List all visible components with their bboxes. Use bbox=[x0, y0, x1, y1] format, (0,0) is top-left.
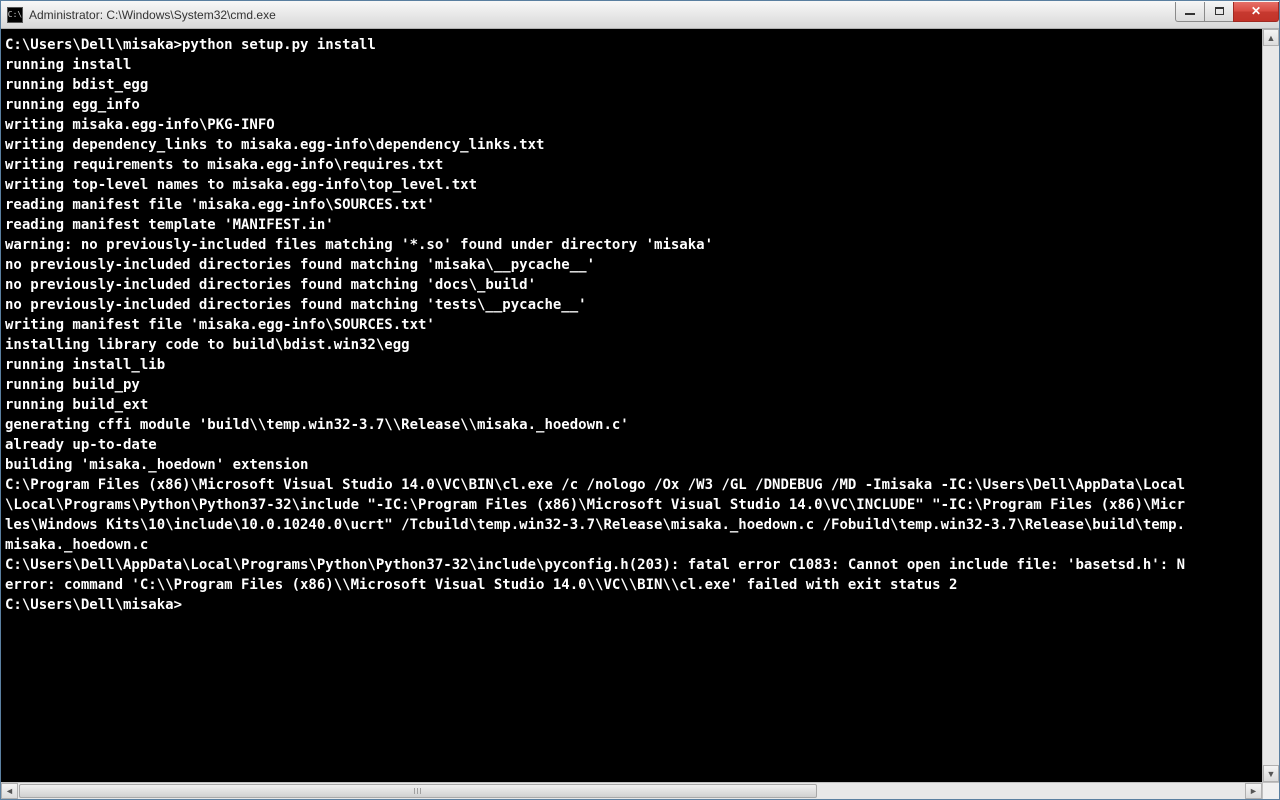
hscroll-thumb[interactable] bbox=[19, 784, 817, 798]
terminal-line: les\Windows Kits\10\include\10.0.10240.0… bbox=[5, 515, 1258, 535]
scrollbar-corner bbox=[1262, 782, 1279, 799]
terminal-line: running bdist_egg bbox=[5, 75, 1258, 95]
terminal-line: no previously-included directories found… bbox=[5, 255, 1258, 275]
terminal-line: no previously-included directories found… bbox=[5, 275, 1258, 295]
terminal-line: no previously-included directories found… bbox=[5, 295, 1258, 315]
terminal-line: already up-to-date bbox=[5, 435, 1258, 455]
terminal-line: misaka._hoedown.c bbox=[5, 535, 1258, 555]
minimize-button[interactable] bbox=[1175, 2, 1205, 22]
client-area: C:\Users\Dell\misaka>python setup.py ins… bbox=[1, 29, 1279, 799]
terminal-line: writing top-level names to misaka.egg-in… bbox=[5, 175, 1258, 195]
vscroll-track[interactable] bbox=[1263, 46, 1279, 765]
terminal-line: \Local\Programs\Python\Python37-32\inclu… bbox=[5, 495, 1258, 515]
close-icon: ✕ bbox=[1251, 4, 1261, 18]
vertical-scrollbar[interactable]: ▲ ▼ bbox=[1262, 29, 1279, 782]
terminal-line: generating cffi module 'build\\temp.win3… bbox=[5, 415, 1258, 435]
scroll-right-button[interactable]: ► bbox=[1245, 783, 1262, 799]
terminal-line: warning: no previously-included files ma… bbox=[5, 235, 1258, 255]
terminal-line: installing library code to build\bdist.w… bbox=[5, 335, 1258, 355]
terminal-output[interactable]: C:\Users\Dell\misaka>python setup.py ins… bbox=[1, 29, 1262, 782]
terminal-line: writing dependency_links to misaka.egg-i… bbox=[5, 135, 1258, 155]
cmd-icon: C:\ bbox=[7, 7, 23, 23]
maximize-button[interactable] bbox=[1204, 2, 1234, 22]
minimize-icon bbox=[1185, 13, 1195, 15]
scroll-down-button[interactable]: ▼ bbox=[1263, 765, 1279, 782]
maximize-icon bbox=[1215, 7, 1224, 15]
terminal-line: building 'misaka._hoedown' extension bbox=[5, 455, 1258, 475]
hscroll-track[interactable] bbox=[18, 783, 1245, 799]
terminal-line: writing requirements to misaka.egg-info\… bbox=[5, 155, 1258, 175]
terminal-line: running build_py bbox=[5, 375, 1258, 395]
terminal-line: error: command 'C:\\Program Files (x86)\… bbox=[5, 575, 1258, 595]
terminal-line: running egg_info bbox=[5, 95, 1258, 115]
terminal-line: C:\Users\Dell\misaka>python setup.py ins… bbox=[5, 35, 1258, 55]
terminal-line: writing misaka.egg-info\PKG-INFO bbox=[5, 115, 1258, 135]
terminal-line: C:\Users\Dell\AppData\Local\Programs\Pyt… bbox=[5, 555, 1258, 575]
titlebar[interactable]: C:\ Administrator: C:\Windows\System32\c… bbox=[1, 1, 1279, 29]
close-button[interactable]: ✕ bbox=[1233, 2, 1279, 22]
window-title: Administrator: C:\Windows\System32\cmd.e… bbox=[29, 8, 1176, 22]
terminal-line: writing manifest file 'misaka.egg-info\S… bbox=[5, 315, 1258, 335]
terminal-line: reading manifest file 'misaka.egg-info\S… bbox=[5, 195, 1258, 215]
terminal-line: running build_ext bbox=[5, 395, 1258, 415]
terminal-line: running install_lib bbox=[5, 355, 1258, 375]
terminal-line: C:\Program Files (x86)\Microsoft Visual … bbox=[5, 475, 1258, 495]
scroll-up-button[interactable]: ▲ bbox=[1263, 29, 1279, 46]
cmd-window: C:\ Administrator: C:\Windows\System32\c… bbox=[0, 0, 1280, 800]
terminal-line: C:\Users\Dell\misaka> bbox=[5, 595, 1258, 615]
window-controls: ✕ bbox=[1176, 2, 1279, 22]
horizontal-scrollbar[interactable]: ◄ ► bbox=[1, 782, 1262, 799]
scroll-left-button[interactable]: ◄ bbox=[1, 783, 18, 799]
terminal-line: running install bbox=[5, 55, 1258, 75]
bottom-scroll-row: ◄ ► bbox=[1, 782, 1279, 799]
terminal-row: C:\Users\Dell\misaka>python setup.py ins… bbox=[1, 29, 1279, 782]
terminal-line: reading manifest template 'MANIFEST.in' bbox=[5, 215, 1258, 235]
